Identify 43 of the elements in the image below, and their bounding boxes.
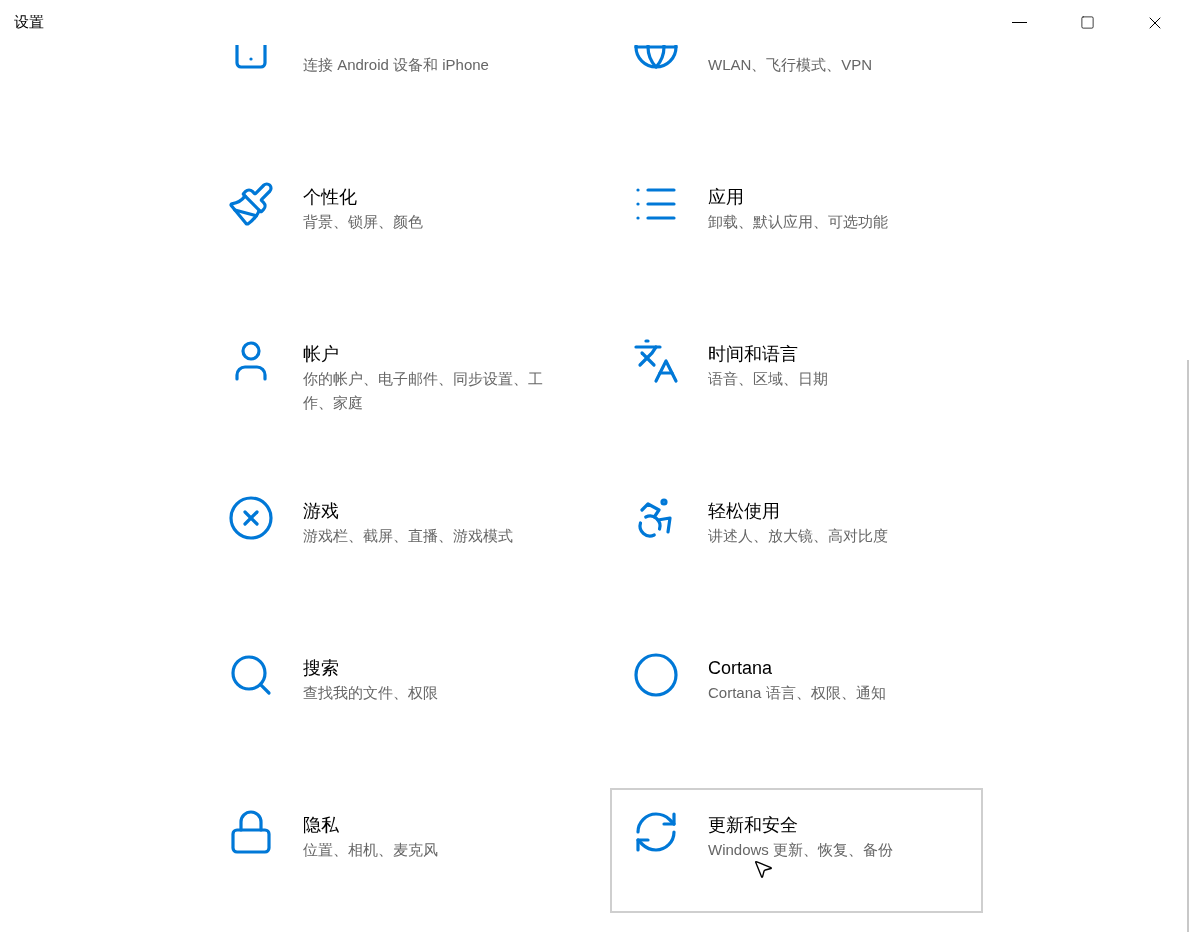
scrollbar[interactable] — [1187, 360, 1189, 932]
category-description: WLAN、飞行模式、VPN — [708, 55, 874, 75]
window-title: 设置 — [14, 12, 44, 33]
category-description: 你的帐户、电子邮件、同步设置、工作、家庭 — [303, 369, 543, 413]
category-title: 帐户 — [303, 344, 339, 364]
category-description: 卸载、默认应用、可选功能 — [708, 212, 889, 232]
settings-category[interactable]: 隐私 位置、相机、麦克风 — [205, 788, 578, 913]
category-description: 讲述人、放大镜、高对比度 — [708, 526, 889, 546]
category-title: 时间和语言 — [708, 344, 798, 364]
category-title: 轻松使用 — [708, 501, 780, 521]
settings-category[interactable]: WLAN、飞行模式、VPN — [610, 45, 983, 128]
category-description: 游戏栏、截屏、直播、游戏模式 — [303, 526, 514, 546]
category-title: Cortana — [708, 658, 773, 678]
maximize-icon — [1079, 15, 1095, 30]
settings-category[interactable]: 连接 Android 设备和 iPhone — [205, 45, 578, 128]
category-description: Windows 更新、恢复、备份 — [708, 840, 895, 860]
settings-category[interactable]: 搜索 查找我的文件、权限 — [205, 631, 578, 756]
category-description: 连接 Android 设备和 iPhone — [303, 55, 490, 75]
category-title: 游戏 — [303, 501, 339, 521]
category-description: 查找我的文件、权限 — [303, 683, 439, 703]
settings-category[interactable]: 轻松使用 讲述人、放大镜、高对比度 — [610, 474, 983, 599]
category-title: 更新和安全 — [708, 815, 798, 835]
category-description: 位置、相机、麦克风 — [303, 840, 439, 860]
settings-category[interactable]: 个性化 背景、锁屏、颜色 — [205, 160, 578, 285]
paintbrush-icon — [227, 180, 275, 228]
circle-x-icon — [227, 494, 275, 542]
circle-icon — [632, 651, 680, 699]
settings-category[interactable]: 帐户 你的帐户、电子邮件、同步设置、工作、家庭 — [205, 317, 578, 442]
cursor-icon — [752, 858, 774, 880]
settings-category[interactable]: Cortana Cortana 语言、权限、通知 — [610, 631, 983, 756]
category-title: 搜索 — [303, 658, 339, 678]
settings-category[interactable]: 更新和安全 Windows 更新、恢复、备份 — [610, 788, 983, 913]
language-icon — [632, 337, 680, 385]
settings-category[interactable]: 应用 卸载、默认应用、可选功能 — [610, 160, 983, 285]
category-title: 应用 — [708, 187, 744, 207]
category-description: Cortana 语言、权限、通知 — [708, 683, 887, 703]
category-description: 背景、锁屏、颜色 — [303, 212, 424, 232]
settings-category[interactable]: 游戏 游戏栏、截屏、直播、游戏模式 — [205, 474, 578, 599]
category-title: 隐私 — [303, 815, 339, 835]
settings-category[interactable]: 时间和语言 语音、区域、日期 — [610, 317, 983, 442]
category-title: 个性化 — [303, 187, 357, 207]
minimize-icon — [1011, 22, 1027, 23]
category-description: 语音、区域、日期 — [708, 369, 829, 389]
